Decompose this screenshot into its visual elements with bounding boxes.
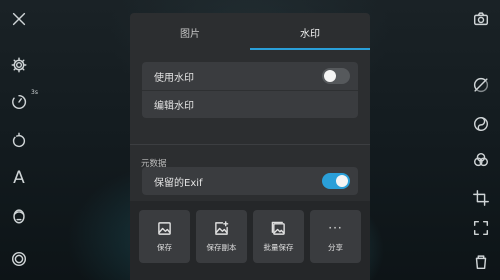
- swirl-icon[interactable]: [471, 114, 491, 134]
- keep-exif-label: 保留的Exif: [154, 177, 203, 189]
- close-icon[interactable]: [9, 9, 29, 29]
- metadata-group: 保留的Exif: [142, 167, 358, 195]
- image-plus-icon: [215, 220, 229, 235]
- keep-exif-toggle[interactable]: [322, 173, 350, 189]
- gear-icon[interactable]: [9, 55, 29, 75]
- share-button[interactable]: ··· 分享: [310, 210, 361, 263]
- action-bar: 保存 保存副本 批量保存 ··· 分享: [130, 201, 370, 280]
- save-button[interactable]: 保存: [139, 210, 190, 263]
- batch-save-label: 批量保存: [263, 242, 294, 252]
- frame-icon[interactable]: [471, 218, 491, 238]
- timer-icon[interactable]: 3s: [9, 89, 38, 112]
- use-watermark-row[interactable]: 使用水印: [142, 62, 358, 90]
- edit-watermark-row[interactable]: 编辑水印: [142, 90, 358, 118]
- shutter-icon[interactable]: [9, 249, 29, 269]
- save-copy-label: 保存副本: [206, 242, 237, 252]
- tab-watermark[interactable]: 水印: [250, 13, 370, 51]
- timer-badge: 3s: [31, 89, 38, 96]
- more-dots-icon: ···: [328, 220, 343, 235]
- save-copy-button[interactable]: 保存副本: [196, 210, 247, 263]
- bucket-icon[interactable]: [471, 252, 491, 272]
- images-stack-icon: [271, 221, 285, 235]
- save-label: 保存: [157, 242, 172, 252]
- share-label: 分享: [328, 242, 343, 252]
- filter-off-icon[interactable]: [471, 75, 491, 95]
- face-icon[interactable]: [9, 206, 29, 226]
- tab-image[interactable]: 图片: [130, 13, 250, 51]
- watermark-group: 使用水印 编辑水印: [142, 62, 358, 118]
- keep-exif-row[interactable]: 保留的Exif: [142, 167, 358, 195]
- edit-watermark-label: 编辑水印: [154, 101, 194, 112]
- use-watermark-label: 使用水印: [154, 72, 194, 84]
- batch-save-button[interactable]: 批量保存: [253, 210, 304, 263]
- toggle-knob: [324, 70, 336, 82]
- use-watermark-toggle[interactable]: [322, 68, 350, 84]
- text-icon[interactable]: A: [9, 168, 29, 188]
- settings-sheet: 图片 水印 使用水印 编辑水印 元数据 保留的Exif 保存 保存副本 批量保存: [130, 13, 370, 280]
- tab-bar: 图片 水印: [130, 13, 370, 51]
- left-toolbar: 3s A: [0, 0, 38, 280]
- section-divider: [130, 144, 370, 145]
- active-tab-indicator: [250, 48, 370, 50]
- color-circles-icon[interactable]: [471, 150, 491, 170]
- camera-icon[interactable]: [471, 9, 491, 29]
- crop-icon[interactable]: [471, 188, 491, 208]
- rotate-icon[interactable]: [9, 131, 29, 151]
- toggle-knob: [336, 175, 348, 187]
- image-icon: [158, 221, 171, 235]
- right-toolbar: [462, 0, 500, 280]
